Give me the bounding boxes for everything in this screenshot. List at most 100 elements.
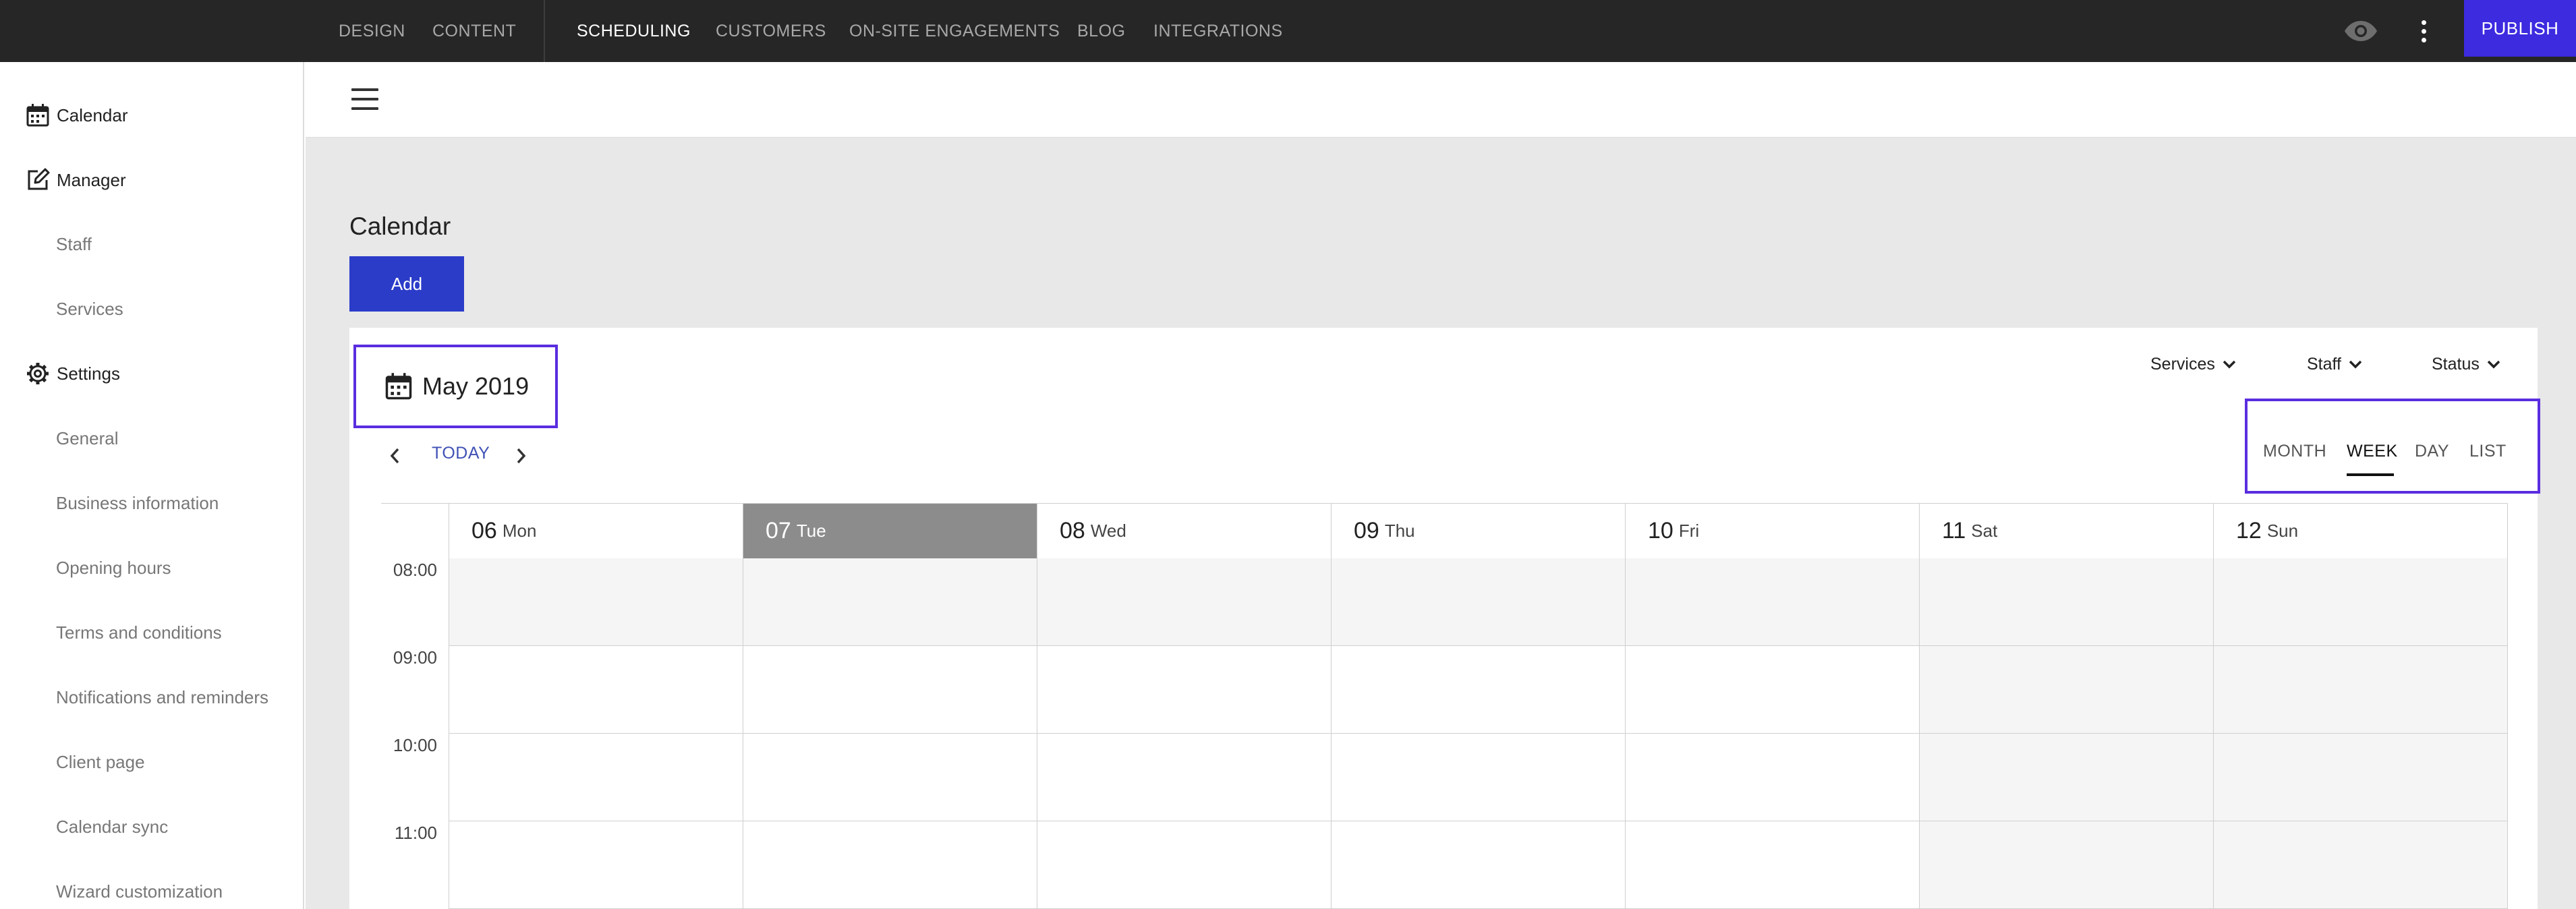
sidebar-item-settings[interactable]: Settings <box>24 357 120 390</box>
time-slot-cell[interactable] <box>1626 558 1920 646</box>
time-slot-cell[interactable] <box>2214 821 2508 909</box>
time-slot-cell[interactable] <box>743 734 1037 821</box>
view-week[interactable]: WEEK <box>2347 442 2398 461</box>
sidebar-item-label: Calendar <box>57 105 128 125</box>
time-slot-cell[interactable] <box>1626 821 1920 909</box>
time-label: 08:00 <box>393 560 437 580</box>
time-slot-cell[interactable] <box>2214 734 2508 821</box>
sidebar-item-manager[interactable]: Manager <box>24 163 126 197</box>
day-header[interactable]: 12 Sun <box>2214 503 2508 558</box>
view-day[interactable]: DAY <box>2415 442 2449 461</box>
day-header[interactable]: 08 Wed <box>1037 503 1332 558</box>
nav-customers[interactable]: CUSTOMERS <box>716 0 826 62</box>
time-slot-cell[interactable] <box>449 821 743 909</box>
sidebar-item-opening-hours[interactable]: Opening hours <box>56 551 171 585</box>
time-slot-cell[interactable] <box>449 734 743 821</box>
nav-on-site-engagements[interactable]: ON-SITE ENGAGEMENTS <box>849 0 1060 62</box>
day-name: Sat <box>1971 521 1998 541</box>
time-slot-cell[interactable] <box>1037 821 1332 909</box>
sidebar-item-staff[interactable]: Staff <box>56 227 92 261</box>
status-filter[interactable]: Status <box>2432 351 2501 378</box>
calendar-icon <box>384 372 414 401</box>
chevron-right-icon[interactable] <box>511 442 532 470</box>
time-slot-cell[interactable] <box>1037 646 1332 734</box>
time-slot-cell[interactable] <box>449 558 743 646</box>
view-list[interactable]: LIST <box>2469 442 2507 461</box>
time-slot-cell[interactable] <box>1920 646 2214 734</box>
time-slot-cell[interactable] <box>1920 821 2214 909</box>
chevron-left-icon[interactable] <box>384 442 405 470</box>
sidebar-item-calendar[interactable]: Calendar <box>24 98 128 132</box>
day-name: Fri <box>1678 521 1700 541</box>
sidebar-item-services[interactable]: Services <box>56 292 123 326</box>
day-number: 10 <box>1648 518 1673 544</box>
time-slot-cell[interactable] <box>1920 558 2214 646</box>
time-slot-cell[interactable] <box>1332 646 1626 734</box>
time-slot-cell[interactable] <box>1037 734 1332 821</box>
sidebar-item-calendar-sync[interactable]: Calendar sync <box>56 810 168 844</box>
time-slot-cell[interactable] <box>1037 558 1332 646</box>
menu-icon[interactable] <box>347 86 382 113</box>
edit-square-icon <box>24 167 51 194</box>
time-slot-cell[interactable] <box>449 646 743 734</box>
sidebar-item-wizard-customization[interactable]: Wizard customization <box>56 875 223 908</box>
time-slot-cell[interactable] <box>743 646 1037 734</box>
sidebar-item-notifications-and-reminders[interactable]: Notifications and reminders <box>56 680 268 714</box>
top-bar: DESIGN CONTENT SCHEDULING CUSTOMERS ON-S… <box>0 0 2576 62</box>
day-number: 06 <box>471 518 497 544</box>
time-slot-cell[interactable] <box>2214 646 2508 734</box>
time-slot-cell[interactable] <box>743 821 1037 909</box>
time-label: 09:00 <box>393 647 437 668</box>
sidebar-item-business-information[interactable]: Business information <box>56 486 219 520</box>
add-button[interactable]: Add <box>349 256 464 312</box>
day-name: Tue <box>796 521 826 541</box>
today-button[interactable]: TODAY <box>432 444 490 463</box>
sidebar-item-general[interactable]: General <box>56 421 119 455</box>
time-slot-cell[interactable] <box>1332 821 1626 909</box>
publish-button[interactable]: PUBLISH <box>2464 0 2576 57</box>
chevron-down-icon <box>2348 359 2363 369</box>
time-slot-cell[interactable] <box>1332 734 1626 821</box>
week-calendar-grid: 06 Mon 07 Tue 08 Wed 09 Thu 10 Fri 11 Sat 12 Sun 08:00… <box>381 503 2508 909</box>
page-title: Calendar <box>349 212 451 240</box>
time-slot-cell[interactable] <box>2214 558 2508 646</box>
day-header[interactable]: 06 Mon <box>449 503 743 558</box>
staff-filter[interactable]: Staff <box>2307 351 2363 378</box>
nav-blog[interactable]: BLOG <box>1077 0 1125 62</box>
time-gutter-header <box>381 503 449 558</box>
time-label: 10:00 <box>393 735 437 755</box>
eye-icon <box>2345 21 2377 41</box>
day-name: Thu <box>1384 521 1415 541</box>
nav-divider <box>544 0 545 62</box>
day-header[interactable]: 11 Sat <box>1920 503 2214 558</box>
sidebar-item-client-page[interactable]: Client page <box>56 745 145 779</box>
preview-button[interactable] <box>2341 15 2380 47</box>
active-view-indicator <box>2347 473 2394 476</box>
nav-scheduling[interactable]: SCHEDULING <box>577 0 691 62</box>
day-header[interactable]: 10 Fri <box>1626 503 1920 558</box>
time-slot-cell[interactable] <box>1920 734 2214 821</box>
view-month[interactable]: MONTH <box>2263 442 2326 461</box>
staff-filter-label: Staff <box>2307 354 2341 374</box>
day-name: Mon <box>502 521 537 541</box>
nav-content[interactable]: CONTENT <box>432 0 516 62</box>
day-number: 09 <box>1354 518 1379 544</box>
time-slot-cell[interactable] <box>1332 558 1626 646</box>
time-slot-cell[interactable] <box>743 558 1037 646</box>
services-filter[interactable]: Services <box>2150 351 2237 378</box>
day-number: 12 <box>2236 518 2262 544</box>
day-header[interactable]: 09 Thu <box>1332 503 1626 558</box>
day-name: Sun <box>2266 521 2299 541</box>
nav-integrations[interactable]: INTEGRATIONS <box>1153 0 1283 62</box>
main-header <box>306 62 2576 138</box>
sidebar-item-label: Manager <box>57 169 126 190</box>
day-header[interactable]: 07 Tue <box>743 503 1037 558</box>
month-label-box: May 2019 <box>353 345 558 428</box>
gear-icon <box>24 360 51 387</box>
nav-design[interactable]: DESIGN <box>339 0 405 62</box>
time-slot-cell[interactable] <box>1626 734 1920 821</box>
status-filter-label: Status <box>2432 354 2480 374</box>
more-vert-icon[interactable] <box>2413 15 2434 47</box>
sidebar-item-terms-and-conditions[interactable]: Terms and conditions <box>56 616 222 649</box>
time-slot-cell[interactable] <box>1626 646 1920 734</box>
